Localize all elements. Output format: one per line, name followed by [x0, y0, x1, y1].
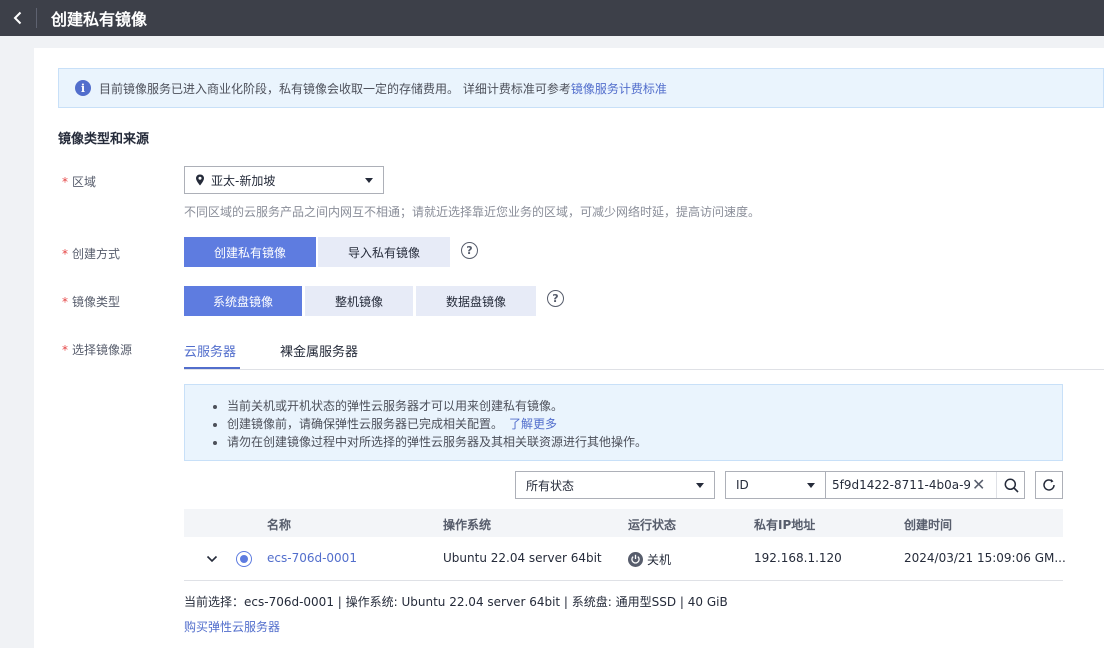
region-hint: 不同区域的云服务产品之间内网互不相通；请就近选择靠近您业务的区域，可减少网络时延…: [184, 205, 761, 219]
tip-item: 创建镜像前，请确保弹性云服务器已完成相关配置。了解更多: [227, 415, 1062, 433]
data-disk-image-option[interactable]: 数据盘镜像: [416, 286, 536, 316]
caret-down-icon: [807, 483, 815, 488]
create-private-image-option[interactable]: 创建私有镜像: [184, 237, 316, 267]
region-select[interactable]: 亚太-新加坡: [184, 166, 384, 194]
tab-divider: [184, 369, 1104, 370]
section-title: 镜像类型和来源: [58, 132, 150, 147]
chevron-down-icon[interactable]: [206, 553, 218, 565]
learn-more-link[interactable]: 了解更多: [509, 417, 557, 431]
column-header-os: 操作系统: [443, 518, 492, 532]
info-icon: i: [75, 80, 91, 96]
column-header-status: 运行状态: [628, 518, 677, 532]
column-header-ip: 私有IP地址: [754, 518, 816, 532]
server-os: Ubuntu 22.04 server 64bit: [443, 551, 602, 565]
notice-text: 目前镜像服务已进入商业化阶段，私有镜像会收取一定的存储费用。 详细计费标准可参考: [99, 81, 571, 96]
tab-bms[interactable]: 裸金属服务器: [280, 341, 358, 360]
server-name-link[interactable]: ecs-706d-0001: [267, 551, 357, 565]
pricing-link[interactable]: 镜像服务计费标准: [571, 80, 667, 97]
back-button[interactable]: [0, 0, 36, 36]
notice-banner: i 目前镜像服务已进入商业化阶段，私有镜像会收取一定的存储费用。 详细计费标准可…: [58, 68, 1104, 108]
required-mark: *: [62, 175, 68, 189]
system-disk-image-option[interactable]: 系统盘镜像: [184, 286, 302, 316]
required-mark: *: [62, 343, 68, 357]
chevron-left-icon: [13, 11, 22, 25]
divider: [36, 8, 37, 28]
server-created: 2024/03/21 15:09:06 GM...: [904, 551, 1066, 565]
refresh-button[interactable]: [1035, 471, 1063, 499]
search-field-select[interactable]: ID: [726, 472, 826, 498]
region-label: * 区域: [62, 175, 97, 189]
clear-icon[interactable]: ✕: [972, 476, 985, 494]
tip-item: 请勿在创建镜像过程中对所选择的弹性云服务器及其相关联资源进行其他操作。: [227, 433, 1062, 451]
search-icon: [1004, 478, 1019, 493]
selection-summary: 当前选择：ecs-706d-0001 | 操作系统: Ubuntu 22.04 …: [184, 595, 728, 609]
help-icon[interactable]: ?: [547, 290, 564, 307]
power-off-icon: [628, 552, 643, 567]
import-private-image-option[interactable]: 导入私有镜像: [318, 237, 450, 267]
search-box: ID ✕: [725, 471, 1025, 499]
tip-item: 当前关机或开机状态的弹性云服务器才可以用来创建私有镜像。: [227, 397, 1062, 415]
radio-dot: [240, 555, 248, 563]
tips-box: 当前关机或开机状态的弹性云服务器才可以用来创建私有镜像。 创建镜像前，请确保弹性…: [184, 384, 1063, 461]
help-icon[interactable]: ?: [461, 242, 478, 259]
caret-down-icon: [365, 178, 373, 183]
search-field-value: ID: [736, 478, 749, 492]
required-mark: *: [62, 295, 68, 309]
column-header-created: 创建时间: [904, 518, 953, 532]
column-header-name: 名称: [267, 518, 292, 532]
tab-ecs[interactable]: 云服务器: [184, 341, 236, 360]
table-header: 名称 操作系统 运行状态 私有IP地址 创建时间: [184, 509, 1063, 537]
caret-down-icon: [696, 483, 704, 488]
buy-ecs-link[interactable]: 购买弹性云服务器: [184, 618, 280, 635]
refresh-icon: [1043, 479, 1055, 491]
search-button[interactable]: [996, 472, 1025, 498]
server-status: 关机: [628, 551, 671, 568]
region-value: 亚太-新加坡: [211, 173, 276, 188]
row-radio[interactable]: [236, 551, 252, 567]
location-pin-icon: [196, 174, 204, 186]
image-type-label: * 镜像类型: [62, 295, 121, 309]
search-input[interactable]: [832, 475, 970, 495]
server-ip: 192.168.1.120: [754, 551, 842, 565]
full-ecs-image-option[interactable]: 整机镜像: [305, 286, 413, 316]
status-filter-select[interactable]: 所有状态: [515, 471, 715, 499]
create-method-label: * 创建方式: [62, 247, 121, 261]
image-source-label: * 选择镜像源: [62, 343, 133, 357]
table-row[interactable]: ecs-706d-0001 Ubuntu 22.04 server 64bit …: [184, 537, 1066, 581]
status-filter-value: 所有状态: [526, 478, 575, 493]
required-mark: *: [62, 247, 68, 261]
page-title: 创建私有镜像: [51, 10, 148, 29]
top-bar: 创建私有镜像: [0, 0, 1104, 36]
